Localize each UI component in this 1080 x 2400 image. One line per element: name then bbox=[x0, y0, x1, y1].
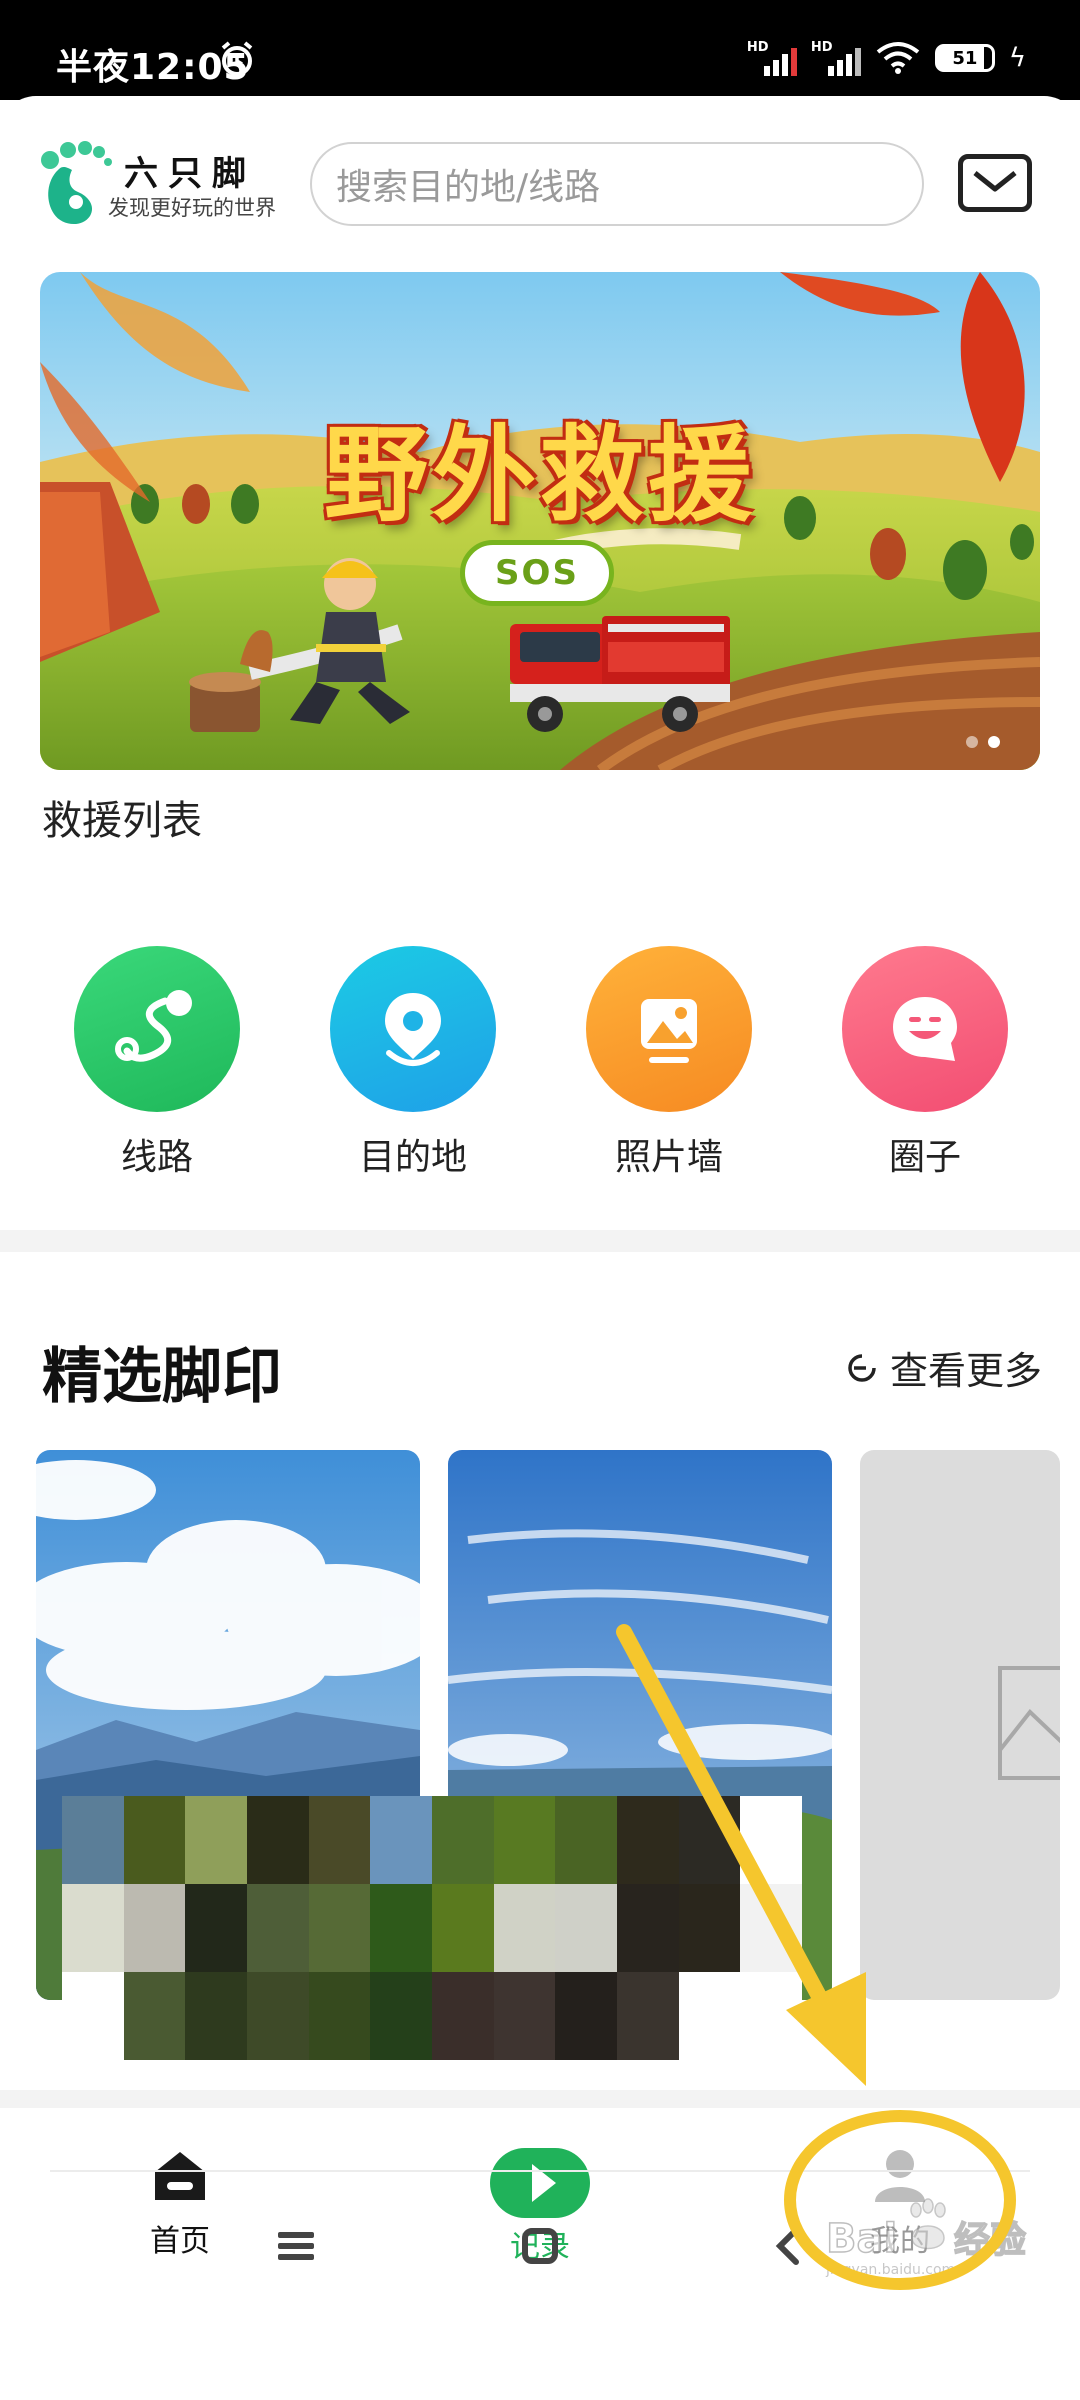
brand-name: 六只脚 bbox=[124, 154, 256, 194]
status-bar: 半夜12:05 HD HD 51 ϟ bbox=[0, 0, 1080, 100]
location-pin-icon bbox=[330, 946, 496, 1112]
shortcut-route[interactable]: 线路 bbox=[72, 946, 242, 1180]
route-icon bbox=[74, 946, 240, 1112]
alarm-icon bbox=[221, 41, 253, 76]
image-placeholder-icon bbox=[998, 1666, 1060, 1780]
photo-icon bbox=[586, 946, 752, 1112]
see-more-label: 查看更多 bbox=[889, 1349, 1042, 1393]
pixelated-overlay bbox=[62, 1796, 802, 2060]
svg-text:经验: 经验 bbox=[954, 2220, 1026, 2261]
signal-icon: HD bbox=[747, 40, 797, 76]
footprint-logo-icon bbox=[41, 141, 112, 225]
home-square-icon[interactable] bbox=[522, 2228, 558, 2264]
rescue-list-link[interactable]: 救援列表 bbox=[42, 788, 202, 846]
message-button[interactable] bbox=[958, 154, 1032, 212]
shortcut-label: 圈子 bbox=[888, 1137, 961, 1178]
search-input[interactable]: 搜索目的地/线路 bbox=[310, 142, 924, 226]
status-indicators: HD HD 51 ϟ bbox=[747, 40, 1026, 76]
back-icon[interactable] bbox=[774, 2226, 802, 2266]
shortcut-photo-wall[interactable]: 照片墙 bbox=[584, 946, 754, 1180]
menu-icon[interactable] bbox=[278, 2230, 314, 2262]
rescue-banner[interactable]: 野外救援 SOS bbox=[40, 272, 1040, 770]
refresh-icon bbox=[848, 1353, 876, 1382]
section-divider bbox=[0, 2090, 1080, 2108]
battery-icon: 51 bbox=[934, 44, 995, 72]
sos-badge: SOS bbox=[460, 540, 614, 606]
see-more-button[interactable]: 查看更多 bbox=[844, 1340, 1042, 1395]
shortcut-label: 目的地 bbox=[358, 1137, 467, 1178]
baidu-jingyan-watermark: Bai 经验 jingyan.baidu.com bbox=[825, 2198, 1027, 2278]
envelope-icon bbox=[973, 171, 1017, 192]
footprint-card[interactable] bbox=[860, 1450, 1060, 2000]
shortcut-destination[interactable]: 目的地 bbox=[328, 946, 498, 1180]
section-divider bbox=[0, 1230, 1080, 1252]
nav-separator bbox=[50, 2170, 1030, 2172]
banner-title: 野外救援 bbox=[323, 414, 756, 536]
charging-icon: ϟ bbox=[1008, 43, 1026, 73]
page-dot bbox=[966, 736, 978, 748]
smile-chat-icon bbox=[842, 946, 1008, 1112]
shortcut-label: 线路 bbox=[120, 1137, 193, 1178]
shortcut-circle[interactable]: 圈子 bbox=[840, 946, 1010, 1180]
app-screen: 半夜12:05 HD HD 51 ϟ 六只脚 发现更好玩的世界 搜索目的地/线路… bbox=[0, 0, 1080, 2400]
svg-text:Bai: Bai bbox=[826, 2216, 897, 2262]
featured-title: 精选脚印 bbox=[42, 1342, 282, 1412]
main-sheet: 六只脚 发现更好玩的世界 搜索目的地/线路 野外救援 SOS 救援列表 线路 目… bbox=[0, 96, 1080, 2400]
svg-text:jingyan.baidu.com: jingyan.baidu.com bbox=[825, 2262, 955, 2278]
page-dot-active bbox=[988, 736, 1000, 748]
wifi-icon bbox=[876, 42, 920, 74]
search-placeholder: 搜索目的地/线路 bbox=[336, 167, 601, 208]
brand-slogan: 发现更好玩的世界 bbox=[108, 196, 276, 220]
banner-page-indicator bbox=[966, 736, 1000, 748]
signal-icon: HD bbox=[811, 40, 861, 76]
shortcut-label: 照片墙 bbox=[614, 1137, 723, 1178]
